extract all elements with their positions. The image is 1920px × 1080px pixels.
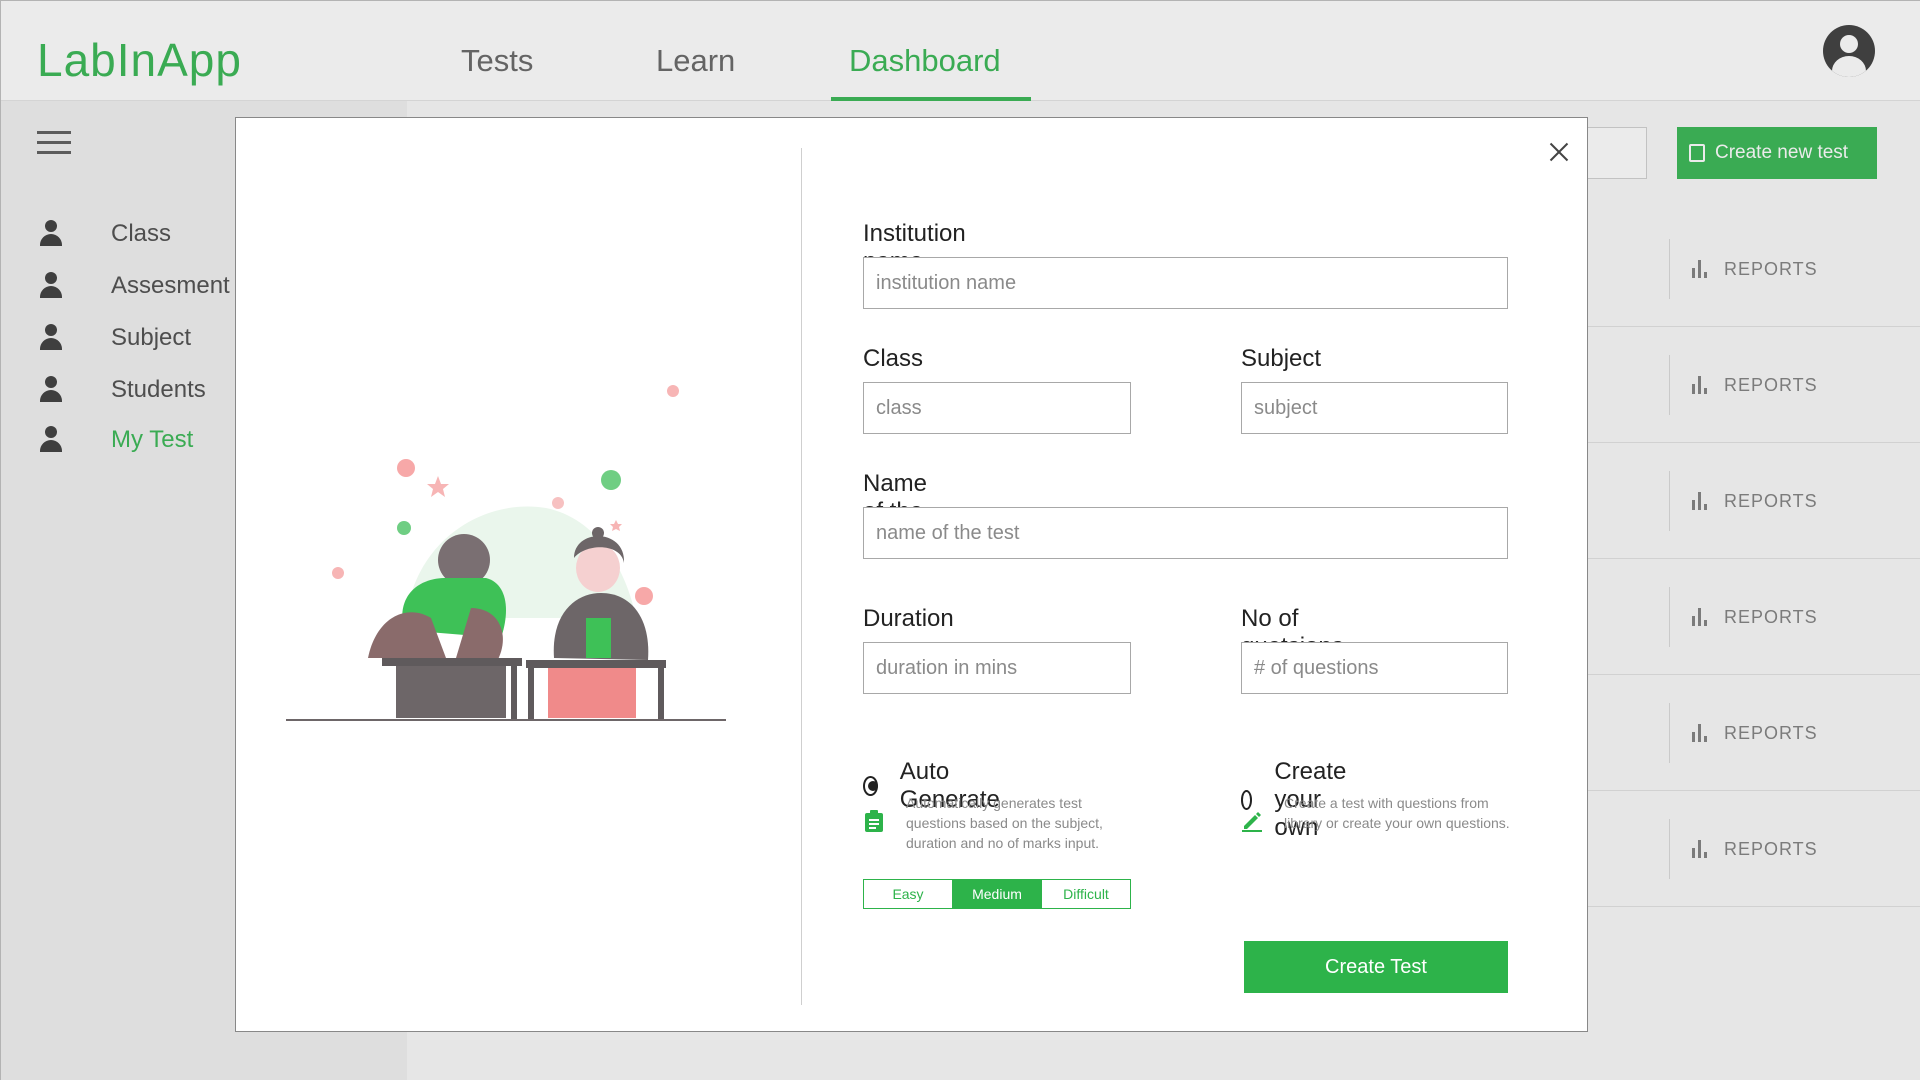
create-test-button[interactable]: Create Test: [1244, 941, 1508, 993]
create-your-own-description: Create a test with questions from librar…: [1284, 795, 1510, 831]
duration-label: Duration: [863, 605, 954, 632]
institution-name-input[interactable]: [863, 257, 1508, 309]
duration-input[interactable]: [863, 642, 1131, 694]
questions-input[interactable]: [1241, 642, 1508, 694]
difficulty-easy-button[interactable]: Easy: [864, 880, 953, 908]
class-input[interactable]: [863, 382, 1131, 434]
create-test-dialog: Institution name Class Subject Name of t…: [235, 117, 1588, 1032]
auto-generate-description: Automatically generates test questions b…: [906, 795, 1103, 851]
students-writing-illustration: [286, 385, 726, 721]
auto-generate-radio[interactable]: [863, 776, 878, 796]
clipboard-icon: [865, 810, 883, 832]
subject-input[interactable]: [1241, 382, 1508, 434]
close-icon[interactable]: [1541, 134, 1577, 170]
subject-label: Subject: [1241, 345, 1322, 372]
create-your-own-radio[interactable]: [1241, 790, 1253, 810]
test-name-input[interactable]: [863, 507, 1508, 559]
class-label: Class: [863, 345, 924, 372]
dialog-divider: [801, 148, 802, 1005]
pencil-icon: [1242, 812, 1262, 832]
difficulty-medium-button[interactable]: Medium: [953, 880, 1042, 908]
difficulty-difficult-button[interactable]: Difficult: [1042, 880, 1130, 908]
difficulty-selector: Easy Medium Difficult: [863, 879, 1131, 909]
